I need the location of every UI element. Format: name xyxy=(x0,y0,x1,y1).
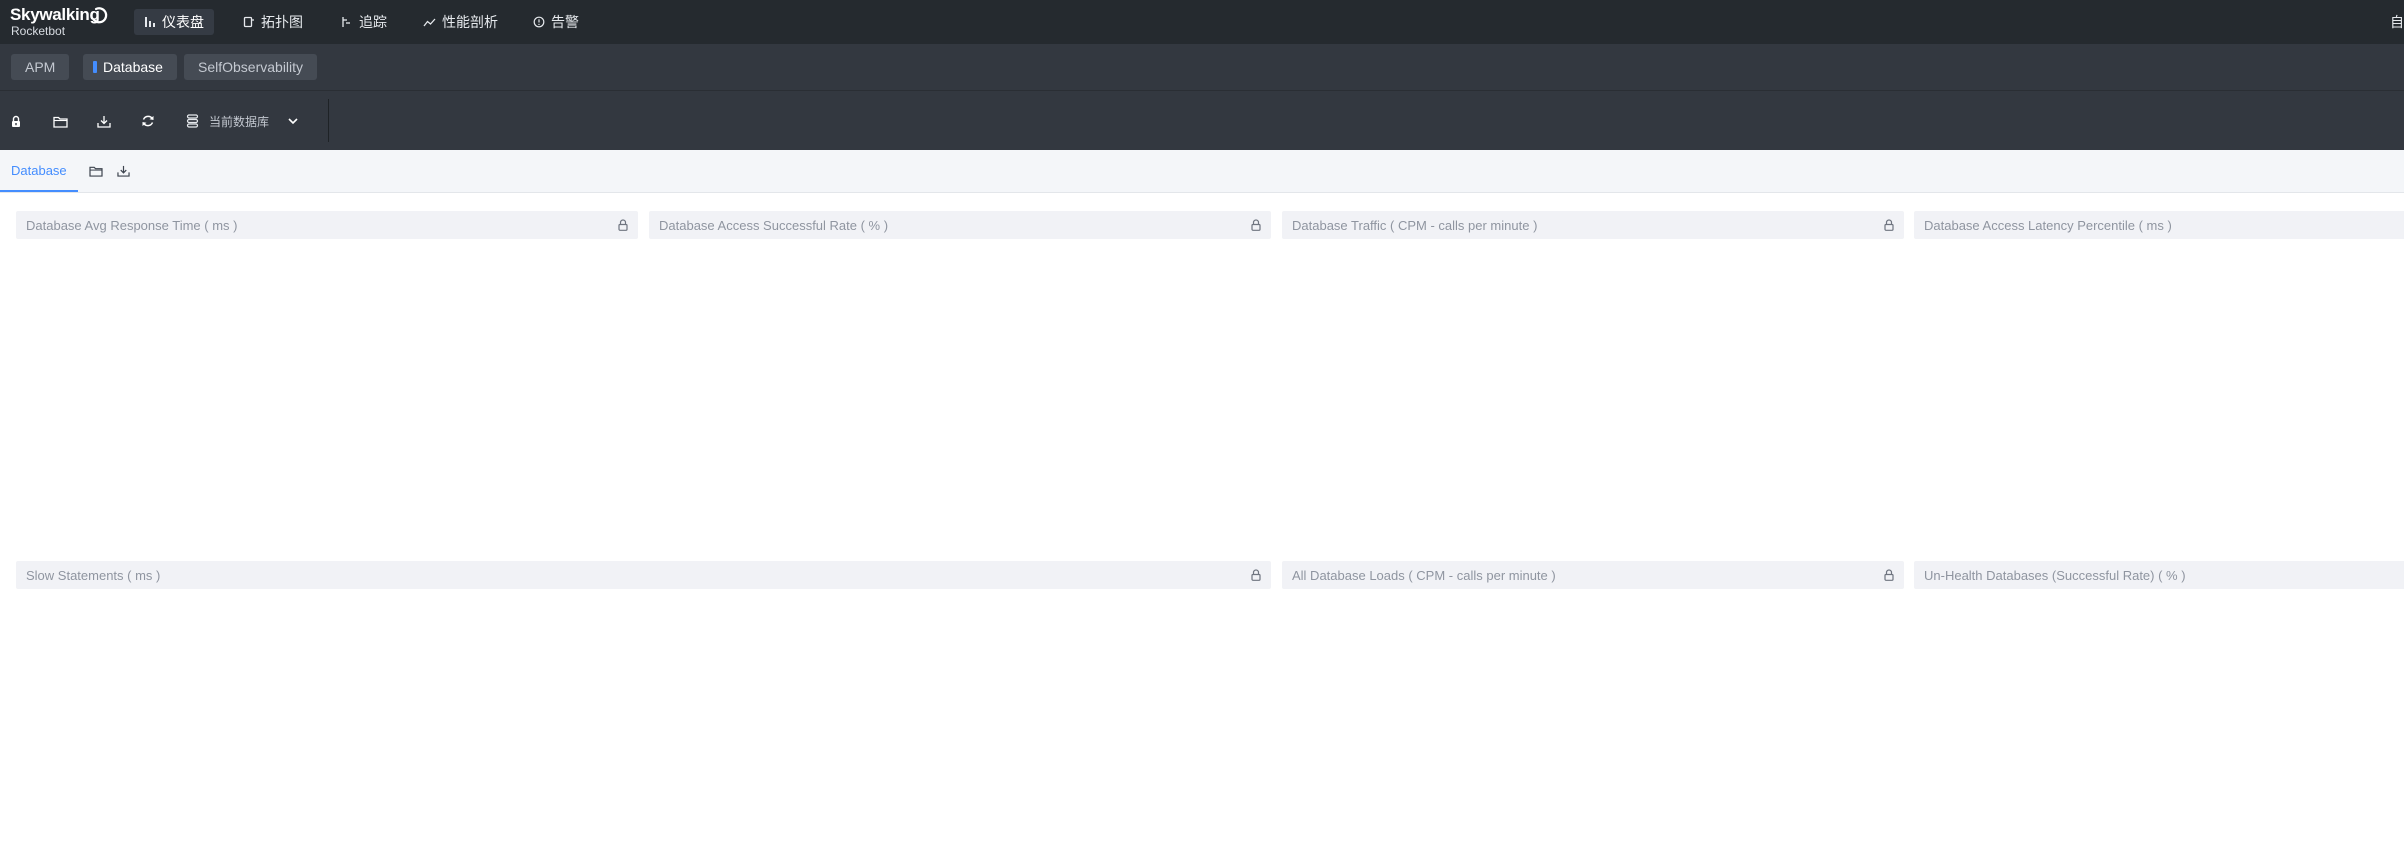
widget-header: Database Avg Response Time ( ms ) xyxy=(16,211,638,239)
dashboard-icon xyxy=(145,17,155,27)
topology-icon xyxy=(243,16,254,28)
widget-title: All Database Loads ( CPM - calls per min… xyxy=(1292,567,1556,583)
widget-title: Database Access Latency Percentile ( ms … xyxy=(1924,217,2172,233)
widget-header: Slow Statements ( ms ) xyxy=(16,561,1271,589)
nav-item-label: 告警 xyxy=(551,14,579,30)
database-selector-label: 当前数据库 xyxy=(209,114,270,129)
tab-label: Database xyxy=(103,59,163,75)
widget-header: Database Traffic ( CPM - calls per minut… xyxy=(1282,211,1904,239)
refresh-icon xyxy=(142,115,154,127)
lock-button[interactable] xyxy=(5,110,27,132)
nav-item-label: 性能剖析 xyxy=(442,14,498,30)
download-icon xyxy=(97,115,111,128)
nav-item-label: 追踪 xyxy=(359,14,387,30)
widget-slow-statements: Slow Statements ( ms ) xyxy=(16,561,1271,589)
widget-lock-button[interactable] xyxy=(1884,219,1894,231)
nav-item-label: 仪表盘 xyxy=(162,14,204,30)
lock-icon xyxy=(1251,569,1261,581)
logo-subtitle: Rocketbot xyxy=(11,24,66,38)
nav-item-trace[interactable]: 追踪 xyxy=(331,9,397,35)
download-icon xyxy=(116,165,130,177)
widget-title: Slow Statements ( ms ) xyxy=(26,567,161,583)
tab-label: SelfObservability xyxy=(198,59,304,75)
download-button[interactable] xyxy=(93,110,115,132)
tab-dashboard-database[interactable]: Database xyxy=(0,150,78,192)
widget-title: Un-Health Databases (Successful Rate) ( … xyxy=(1924,567,2186,583)
user-menu[interactable]: 自 xyxy=(2390,12,2404,32)
layer-tab-bar: APM Database SelfObservability xyxy=(0,44,2404,91)
widget-header: Database Access Latency Percentile ( ms … xyxy=(1914,211,2404,239)
widget-header: All Database Loads ( CPM - calls per min… xyxy=(1282,561,1904,589)
trace-icon xyxy=(342,17,350,27)
database-selector[interactable]: 当前数据库 xyxy=(186,108,299,134)
folder-icon xyxy=(52,116,68,128)
widget-header: Un-Health Databases (Successful Rate) ( … xyxy=(1914,561,2404,589)
lock-icon xyxy=(618,219,628,231)
tab-database[interactable]: Database xyxy=(83,54,177,80)
export-button[interactable] xyxy=(115,163,131,179)
widget-title: Database Traffic ( CPM - calls per minut… xyxy=(1292,217,1538,233)
widget-title: Database Access Successful Rate ( % ) xyxy=(659,217,889,233)
widget-db-access-successful-rate: Database Access Successful Rate ( % ) xyxy=(649,211,1271,239)
dashboard-toolbar: 当前数据库 xyxy=(0,91,2404,150)
widget-unhealth-databases: Un-Health Databases (Successful Rate) ( … xyxy=(1914,561,2404,589)
lock-icon xyxy=(1884,219,1894,231)
toolbar-divider xyxy=(328,99,329,142)
top-navigation-bar: Skywalking Rocketbot 仪表盘 拓扑图 追踪 性能剖析 告警 … xyxy=(0,0,2404,44)
widget-lock-button[interactable] xyxy=(1251,569,1261,581)
lock-icon xyxy=(1251,219,1261,231)
widget-header: Database Access Successful Rate ( % ) xyxy=(649,211,1271,239)
widget-lock-button[interactable] xyxy=(1251,219,1261,231)
refresh-button[interactable] xyxy=(137,110,159,132)
database-icon xyxy=(186,114,199,128)
widget-db-traffic: Database Traffic ( CPM - calls per minut… xyxy=(1282,211,1904,239)
nav-item-profiling[interactable]: 性能剖析 xyxy=(413,9,508,35)
logo-text: Skywalking xyxy=(10,5,100,24)
chevron-down-icon xyxy=(288,118,298,125)
folder-icon xyxy=(89,166,103,177)
lock-icon xyxy=(12,115,20,127)
dashboard-tab-bar: Database xyxy=(0,150,2404,193)
widget-lock-button[interactable] xyxy=(1884,569,1894,581)
widget-db-avg-response-time: Database Avg Response Time ( ms ) xyxy=(16,211,638,239)
nav-item-dashboard[interactable]: 仪表盘 xyxy=(134,9,214,35)
widget-title: Database Avg Response Time ( ms ) xyxy=(26,217,238,233)
import-folder-button[interactable] xyxy=(88,163,104,179)
skywalking-logo[interactable]: Skywalking Rocketbot xyxy=(10,5,108,38)
alarm-icon xyxy=(533,16,545,28)
profile-icon xyxy=(423,18,436,27)
tab-label: APM xyxy=(25,59,56,75)
tab-label: Database xyxy=(11,162,67,178)
tab-selfobservability[interactable]: SelfObservability xyxy=(184,54,318,80)
open-folder-button[interactable] xyxy=(49,110,71,132)
logo-swoosh-icon xyxy=(92,7,108,24)
widget-db-access-latency-percentile: Database Access Latency Percentile ( ms … xyxy=(1914,211,2404,239)
widget-lock-button[interactable] xyxy=(618,219,628,231)
nav-item-label: 拓扑图 xyxy=(261,14,303,30)
lock-icon xyxy=(1884,569,1894,581)
nav-item-alarm[interactable]: 告警 xyxy=(523,9,589,35)
active-tab-marker xyxy=(93,61,97,73)
widget-all-database-loads: All Database Loads ( CPM - calls per min… xyxy=(1282,561,1904,589)
nav-item-topology[interactable]: 拓扑图 xyxy=(233,9,313,35)
tab-apm[interactable]: APM xyxy=(11,54,70,80)
